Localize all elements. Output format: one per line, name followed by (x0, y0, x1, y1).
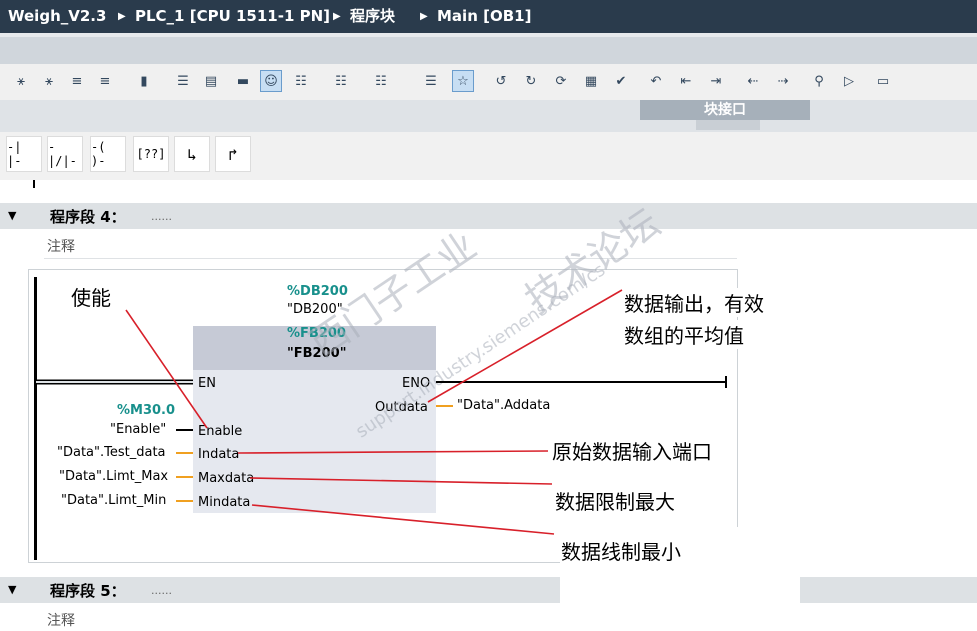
annotation-lines (125, 289, 623, 535)
annotation-mindata: 数据线制最小 (561, 536, 681, 565)
annotation-line-indata (237, 450, 549, 454)
power-flow-wire (36, 376, 727, 388)
annotation-maxdata: 数据限制最大 (555, 486, 675, 515)
collapse-arrow-icon[interactable]: ▼ (8, 583, 16, 596)
ladder-wires (36, 289, 727, 535)
annotation-line-mindata (251, 504, 555, 535)
annotation-output-line2: 数组的平均值 (624, 320, 744, 349)
network-5-header[interactable]: ▼ 程序段 5： ...... (0, 577, 977, 603)
annotation-enable: 使能 (71, 282, 111, 311)
network-title-placeholder[interactable]: ...... (151, 584, 172, 597)
annotation-line-output (427, 289, 623, 403)
network-title: 程序段 5： (50, 582, 126, 600)
annotation-line-enable (125, 309, 208, 429)
annotation-output-line1: 数据输出，有效 (624, 288, 764, 317)
annotation-line-maxdata (249, 477, 553, 485)
annotation-indata: 原始数据输入端口 (552, 436, 712, 465)
network-comment[interactable]: 注释 (47, 610, 75, 630)
